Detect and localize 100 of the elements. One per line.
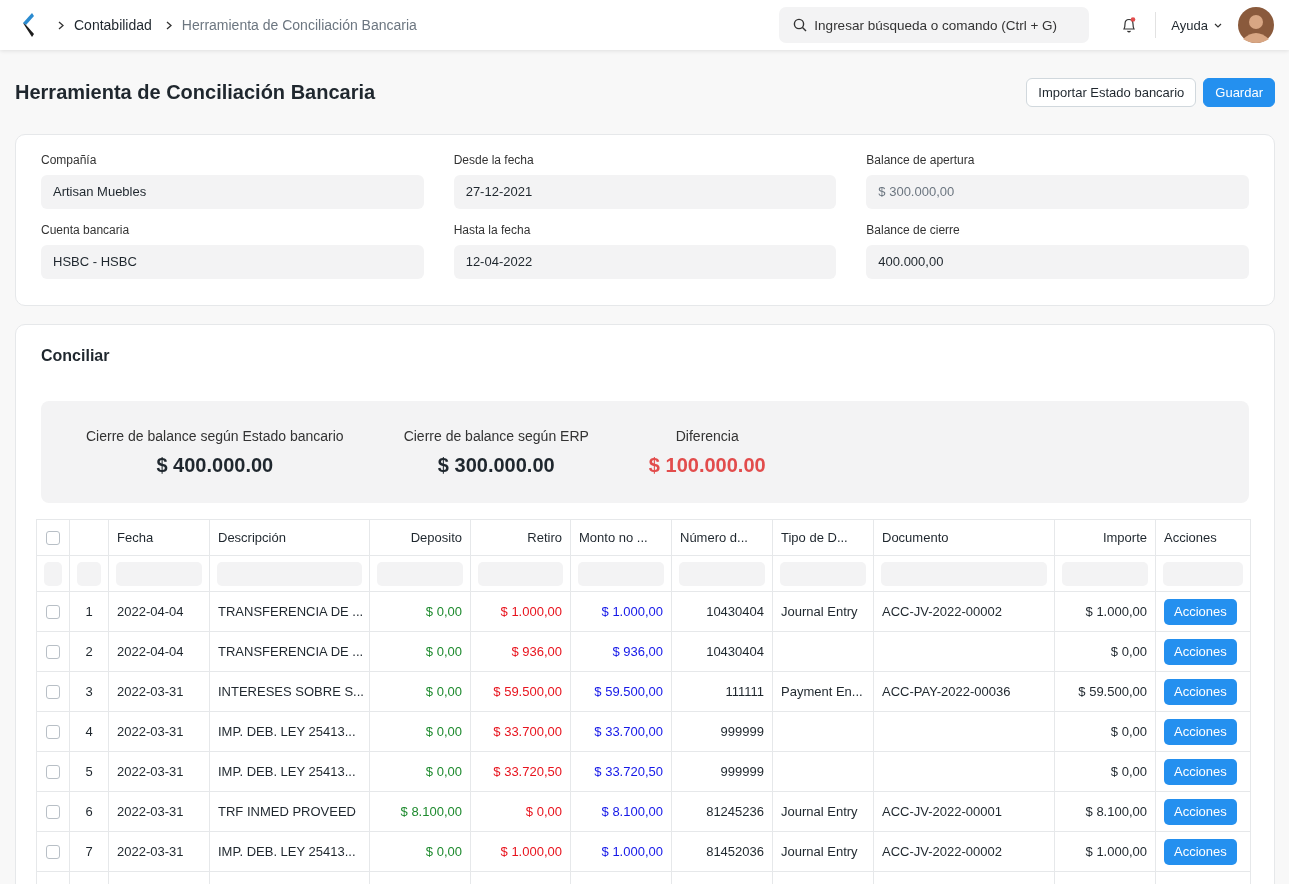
table-cell: $ 0,00 <box>425 604 462 619</box>
table-cell: Journal Entry <box>781 604 858 619</box>
table-cell: $ 936,00 <box>511 644 562 659</box>
table-cell: $ 0,00 <box>1110 764 1147 779</box>
table-cell: 81245236 <box>706 804 764 819</box>
column-header: Importe <box>1102 530 1147 545</box>
field-label: Balance de cierre <box>866 223 961 237</box>
summary-value: $ 400.000.00 <box>156 453 274 477</box>
breadcrumb-link[interactable]: Contabilidad <box>74 17 152 33</box>
column-header: Fecha <box>117 530 154 545</box>
search-field[interactable]: Ingresar búsqueda o comando (Ctrl + G) <box>779 7 1090 43</box>
summary-label: Diferencia <box>675 427 739 444</box>
table-cell: $ 936,00 <box>612 644 663 659</box>
actions-button[interactable]: Acciones <box>1164 638 1237 665</box>
table-cell: 2022-03-31 <box>117 764 184 779</box>
table-cell: INTERESES SOBRE S... <box>218 684 364 699</box>
actions-button[interactable]: Acciones <box>1164 598 1237 625</box>
table-cell: ACC-JV-2022-00001 <box>882 804 1002 819</box>
caret-icon <box>1214 22 1222 28</box>
checkbox[interactable] <box>46 844 60 859</box>
table-cell: 2022-03-31 <box>117 684 184 699</box>
table-cell: 10430404 <box>706 604 764 619</box>
table-cell: 10430404 <box>706 644 764 659</box>
checkbox[interactable] <box>46 604 60 619</box>
summary-label: Cierre de balance según Estado bancario <box>86 427 344 444</box>
table-cell: $ 0,00 <box>425 844 462 859</box>
checkbox[interactable] <box>46 764 60 779</box>
table-cell: 111111 <box>725 684 764 699</box>
table-cell: 2022-03-31 <box>117 724 184 739</box>
row-number: 6 <box>85 804 93 819</box>
import-button[interactable]: Importar Estado bancario <box>1026 77 1197 107</box>
table-cell: $ 0,00 <box>1110 724 1147 739</box>
table-cell: $ 59.500,00 <box>594 684 663 699</box>
actions-button[interactable]: Acciones <box>1164 718 1237 745</box>
table-cell: 2022-03-31 <box>117 804 184 819</box>
table-cell: ACC-PAY-2022-00036 <box>882 684 1011 699</box>
table-cell: TRF INMED PROVEED <box>218 804 356 819</box>
row-number: 3 <box>85 684 93 699</box>
actions-button[interactable]: Acciones <box>1164 838 1237 865</box>
column-header: Tipo de D... <box>781 530 848 545</box>
checkbox[interactable] <box>46 804 60 819</box>
table-cell: 999999 <box>720 724 764 739</box>
field-label: Balance de apertura <box>866 153 976 167</box>
column-header: Monto no ... <box>579 530 648 545</box>
table-cell: $ 0,00 <box>425 644 462 659</box>
column-header: Acciones <box>1164 530 1217 545</box>
row-number: 7 <box>85 844 93 859</box>
help-menu[interactable]: Ayuda <box>1171 17 1222 33</box>
table-cell: $ 0,00 <box>1110 644 1147 659</box>
section-title: Conciliar <box>41 347 111 365</box>
page-title: Herramienta de Conciliación Bancaria <box>15 80 376 104</box>
checkbox[interactable] <box>46 724 60 739</box>
breadcrumb-link[interactable]: Herramienta de Conciliación Bancaria <box>181 17 417 33</box>
table-cell: IMP. DEB. LEY 25413... <box>218 844 356 859</box>
field-label: Cuenta bancaria <box>41 223 131 237</box>
table-cell: $ 1.000,00 <box>500 844 562 859</box>
table-cell: ACC-JV-2022-00002 <box>882 604 1002 619</box>
column-header: Retiro <box>527 530 562 545</box>
checkbox[interactable] <box>46 530 60 545</box>
actions-button[interactable]: Acciones <box>1164 798 1237 825</box>
table-cell: $ 1.000,00 <box>500 604 562 619</box>
table-cell: 2022-04-04 <box>117 644 184 659</box>
table-cell: Payment En... <box>781 684 863 699</box>
table-cell: $ 33.720,50 <box>594 764 663 779</box>
input-field[interactable]: 400.000,00 <box>866 245 1249 279</box>
column-header: Número d... <box>680 530 748 545</box>
table-cell: $ 8.100,00 <box>1085 804 1147 819</box>
field-label: Desde la fecha <box>453 153 535 167</box>
table-cell: ACC-JV-2022-00002 <box>882 844 1002 859</box>
actions-button[interactable]: Acciones <box>1164 678 1237 705</box>
table-cell: 81452036 <box>706 844 764 859</box>
search-icon <box>793 18 808 32</box>
table-cell: Journal Entry <box>781 804 858 819</box>
table-cell: $ 1.000,00 <box>601 844 663 859</box>
table-cell: $ 1.000,00 <box>601 604 663 619</box>
logo-icon[interactable] <box>20 12 34 38</box>
input-field[interactable]: 12-04-2022 <box>453 245 837 279</box>
input-field: $ 300.000,00 <box>866 175 1249 209</box>
table-cell: $ 1.000,00 <box>1085 604 1147 619</box>
column-header: Descripción <box>218 530 286 545</box>
table-cell: $ 1.000,00 <box>1085 844 1147 859</box>
checkbox[interactable] <box>46 684 60 699</box>
save-button[interactable]: Guardar <box>1203 77 1275 107</box>
table-cell: $ 33.700,00 <box>493 724 562 739</box>
checkbox[interactable] <box>46 644 60 659</box>
row-number: 5 <box>85 764 93 779</box>
table-cell: IMP. DEB. LEY 25413... <box>218 764 356 779</box>
table-cell: 2022-03-31 <box>117 844 184 859</box>
input-field[interactable]: HSBC - HSBC <box>41 245 424 279</box>
input-field[interactable]: 27-12-2021 <box>453 175 837 209</box>
column-header: Documento <box>882 530 949 545</box>
table-cell: $ 0,00 <box>425 764 462 779</box>
actions-button[interactable]: Acciones <box>1164 758 1237 785</box>
table-cell: $ 8.100,00 <box>400 804 462 819</box>
table-cell: $ 59.500,00 <box>1078 684 1147 699</box>
table-cell: TRANSFERENCIA DE ... <box>218 644 364 659</box>
input-field[interactable]: Artisan Muebles <box>41 175 424 209</box>
avatar-icon[interactable] <box>1238 7 1274 43</box>
table-cell: $ 33.700,00 <box>594 724 663 739</box>
table-cell: 999999 <box>720 764 764 779</box>
